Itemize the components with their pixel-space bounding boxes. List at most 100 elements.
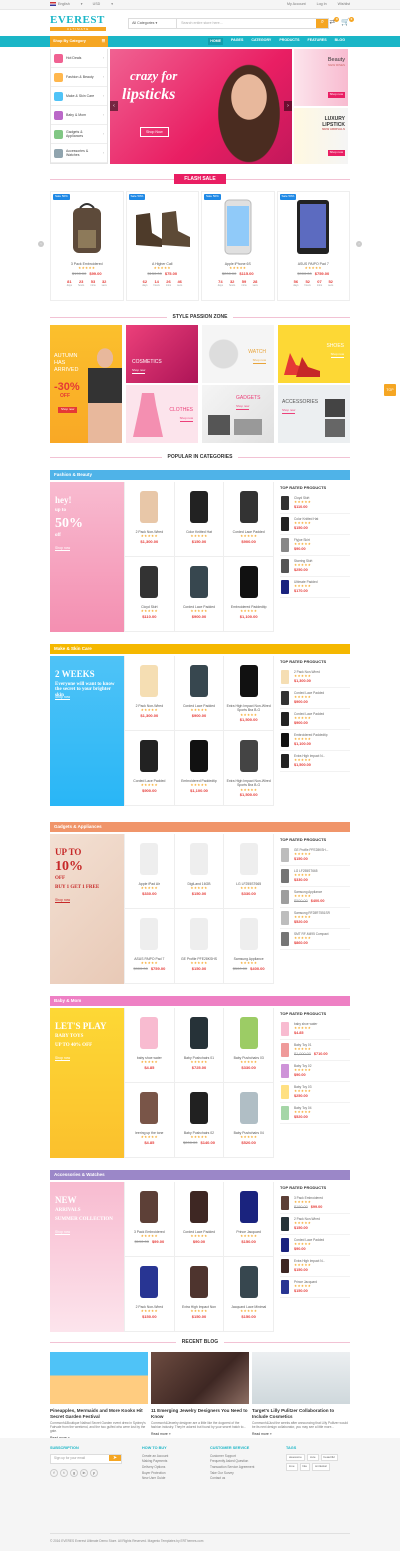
sidebar-item-accessories[interactable]: Accessories & Watches › (51, 144, 107, 163)
top-rated-item[interactable]: 2 Pack Non-Wired ★★★★★ $1,300.00 (280, 667, 350, 688)
product-card[interactable]: Corded Lace Padded ★★★★★ $900.00 (224, 482, 274, 557)
zone-watch[interactable]: WATCH Shop now (202, 325, 274, 383)
top-rated-item[interactable]: Starring Skirt ★★★★★ $250.00 (280, 556, 350, 577)
footer-link[interactable]: Frequently Asked Question (210, 1459, 266, 1463)
footer-link[interactable]: Delivery Options (142, 1465, 190, 1469)
slider-prev-icon[interactable]: ‹ (110, 101, 118, 111)
nav-blog[interactable]: BLOG (335, 38, 345, 44)
nav-category[interactable]: CATEGORY (251, 38, 271, 44)
footer-link[interactable]: Contact us (210, 1476, 266, 1480)
slider-next-icon[interactable]: › (284, 101, 292, 111)
top-rated-item[interactable]: baby shoe water ★★★★★ $4.85 (280, 1019, 350, 1040)
tag[interactable]: beautiful (320, 1453, 338, 1462)
product-card[interactable]: Corded Lace Padded ★★★★★ $900.00 (174, 557, 225, 632)
language-selector[interactable]: English ▾ (50, 2, 83, 7)
category-banner[interactable]: hey! up to 50% off Shop now (50, 482, 124, 632)
search-button[interactable]: ⌕ (316, 18, 329, 28)
top-rated-item[interactable]: Baby Toy 01 ★★★★★ $1,000.00 $710.00 (280, 1040, 350, 1061)
top-rated-item[interactable]: Baby Toy 03 ★★★★★ $250.00 (280, 1082, 350, 1103)
category-banner[interactable]: LET'S PLAY BABY TOYS UP TO 40% OFF Shop now (50, 1008, 124, 1158)
banner-shop-button[interactable]: Shop now (55, 546, 71, 552)
pinterest-icon[interactable]: p (90, 1468, 98, 1477)
product-card[interactable]: ASUS PAIPO Pad 7 ★★★★★ $900.00 $759.00 (125, 909, 175, 984)
tag[interactable]: awesome (286, 1453, 305, 1462)
top-rated-item[interactable]: 3 Pack Embroidered ★★★★★ $190.00 $99.00 (280, 1193, 350, 1214)
product-card[interactable]: Baby Pushchairs 03 ★★★★★ $330.00 (224, 1008, 274, 1083)
category-header[interactable]: Make & Skin Care (50, 644, 350, 654)
subscribe-button[interactable]: ➤ (109, 1454, 121, 1462)
zone-gadgets[interactable]: GADGETS Shop now (202, 385, 274, 443)
product-card[interactable]: Corded Lace Padded ★★★★★ $900.00 (174, 656, 225, 731)
top-rated-item[interactable]: Extra High Impact N... ★★★★★ $1,500.00 (280, 751, 350, 772)
nav-pages[interactable]: PAGES (231, 38, 243, 44)
top-rated-item[interactable]: Corded Lace Padded ★★★★★ $900.00 (280, 688, 350, 709)
sidebar-item-make-skin[interactable]: Make & Skin Care › (51, 87, 107, 106)
product-card[interactable]: 2 Pack Non-Wired ★★★★★ $1,300.00 (125, 482, 175, 557)
top-rated-item[interactable]: Corded Lace Padded ★★★★★ $90.00 (280, 1235, 350, 1256)
banner-shop-button[interactable]: Shop now (55, 898, 71, 904)
top-rated-item[interactable]: Embroidered Paddedtip ★★★★★ $1,100.00 (280, 730, 350, 751)
linkedin-icon[interactable]: in (80, 1468, 88, 1477)
flash-item[interactable]: Sale 50% Apple iPhone 6S ★★★★★ $200.00 $1… (201, 191, 275, 301)
flash-item[interactable]: Sale 50% 3 Pack Embroidered ★★★★★ $190.0… (50, 191, 124, 301)
blog-post[interactable]: Pineapples, Mermaids and More Kooks Hit … (50, 1352, 148, 1440)
top-rated-item[interactable]: GE Profile PFE28KSH... ★★★★★ $150.00 (280, 845, 350, 866)
my-account-link[interactable]: My Account (287, 2, 306, 6)
zone-autumn[interactable]: AUTUMN HAS ARRIVED -30% OFF Shop now (50, 325, 122, 443)
product-card[interactable]: Cloyd Skirt ★★★★★ $110.00 (125, 557, 175, 632)
wishlist-link[interactable]: Wishlist (338, 2, 350, 6)
top-rated-item[interactable]: Baby Toy 04 ★★★★★ $520.00 (280, 1103, 350, 1124)
product-card[interactable]: Extra High Impact Non-Wired Sports Bra B… (224, 731, 274, 806)
shop-by-category-button[interactable]: Shop By Category ☰ (50, 36, 108, 47)
category-select[interactable]: All Categories ▾ (129, 18, 178, 28)
nav-products[interactable]: PRODUCTS (279, 38, 299, 44)
tag[interactable]: smilestar (312, 1463, 331, 1472)
flash-item[interactable]: Sale 50% A Higher Call ★★★★★ $150.00 $75.… (125, 191, 199, 301)
cart-icon[interactable]: 🛒 0 (341, 16, 354, 28)
search-input[interactable]: Search entire store here... (177, 19, 316, 28)
google-plus-icon[interactable]: g (70, 1468, 78, 1477)
product-card[interactable]: Apple iPad Air ★★★★★ $330.00 (125, 834, 175, 909)
product-card[interactable]: 2 Pack Non-Wired ★★★★★ $1,300.00 (125, 656, 175, 731)
footer-link[interactable]: Customer Support (210, 1454, 266, 1458)
tag[interactable]: cute (306, 1453, 319, 1462)
banner-shop-button[interactable]: Shop now (55, 1230, 71, 1236)
blog-post[interactable]: 11 Emerging Jewelry Designers You Need t… (151, 1352, 249, 1440)
product-card[interactable]: Corded Lace Padded ★★★★★ $90.00 (174, 1182, 225, 1257)
footer-link[interactable]: Buyer Protection (142, 1471, 190, 1475)
product-card[interactable]: Embroidered Paddedtip ★★★★★ $1,100.00 (224, 557, 274, 632)
sidebar-item-gadgets[interactable]: Gadgets & Appliances › (51, 125, 107, 144)
logo[interactable]: EVEREST ULTIMATE (50, 15, 107, 31)
top-rated-item[interactable]: Flyjoe Skirt ★★★★★ $90.00 (280, 535, 350, 556)
hero-shop-button[interactable]: Shop Now (140, 127, 169, 138)
sidebar-item-fashion[interactable]: Fashion & Beauty › (51, 68, 107, 87)
category-banner[interactable]: 2 WEEKS Everyone will want to know the se… (50, 656, 124, 806)
product-card[interactable]: Extra High Impact Non-Wired Sports Bra B… (224, 656, 274, 731)
product-card[interactable]: 3 Pack Embroidered ★★★★★ $190.00 $99.00 (125, 1182, 175, 1257)
top-rated-item[interactable]: 2 Pack Non-Wired ★★★★★ $150.00 (280, 1214, 350, 1235)
category-banner[interactable]: UP TO 10% OFF BUY 1 GET 1 FREE Shop now (50, 834, 124, 984)
banner-lipstick[interactable]: LUXURY LIPSTICK NEW ARRIVALS Shop now (294, 107, 348, 164)
sidebar-item-hot-deals[interactable]: Hot Deals › (51, 49, 107, 68)
hero-slider[interactable]: crazy for lipsticks Shop Now ‹ › (110, 49, 292, 164)
banner-shop-button[interactable]: Shop now (55, 695, 71, 701)
top-rated-item[interactable]: Samsung RF28R7551SR ★★★★★ $520.00 (280, 908, 350, 929)
top-rated-item[interactable]: LG LF255ST665 ★★★★★ $330.00 (280, 866, 350, 887)
blog-post[interactable]: Target's Lilly Pulitzer Collaboration to… (252, 1352, 350, 1440)
product-card[interactable]: Extra High Impact Non ★★★★★ $150.00 (174, 1257, 225, 1332)
product-card[interactable]: Color Knitted Hat ★★★★★ $150.00 (174, 482, 225, 557)
login-link[interactable]: Log In (317, 2, 327, 6)
top-rated-item[interactable]: Corded Lace Padded ★★★★★ $900.00 (280, 709, 350, 730)
top-rated-item[interactable]: SMT RF-M495 Compact ★★★★★ $860.00 (280, 929, 350, 950)
product-card[interactable]: Prince Jacquard ★★★★★ $150.00 (224, 1182, 274, 1257)
product-card[interactable]: DigiLand 16GB ★★★★★ $150.00 (174, 834, 225, 909)
footer-link[interactable]: Transaction Service Agreement (210, 1465, 266, 1469)
facebook-icon[interactable]: f (50, 1468, 58, 1477)
flash-prev-icon[interactable]: ‹ (38, 241, 44, 247)
currency-selector[interactable]: USD ▾ (93, 2, 113, 6)
top-rated-item[interactable]: Color Knitted Hat ★★★★★ $150.00 (280, 514, 350, 535)
footer-link[interactable]: Making Payments (142, 1459, 190, 1463)
top-rated-item[interactable]: Extra High Impact N... ★★★★★ $150.00 (280, 1256, 350, 1277)
scroll-top-button[interactable]: TOP (384, 384, 396, 396)
banner-beauty[interactable]: Beauty NEW RISES Shop now (294, 49, 348, 106)
